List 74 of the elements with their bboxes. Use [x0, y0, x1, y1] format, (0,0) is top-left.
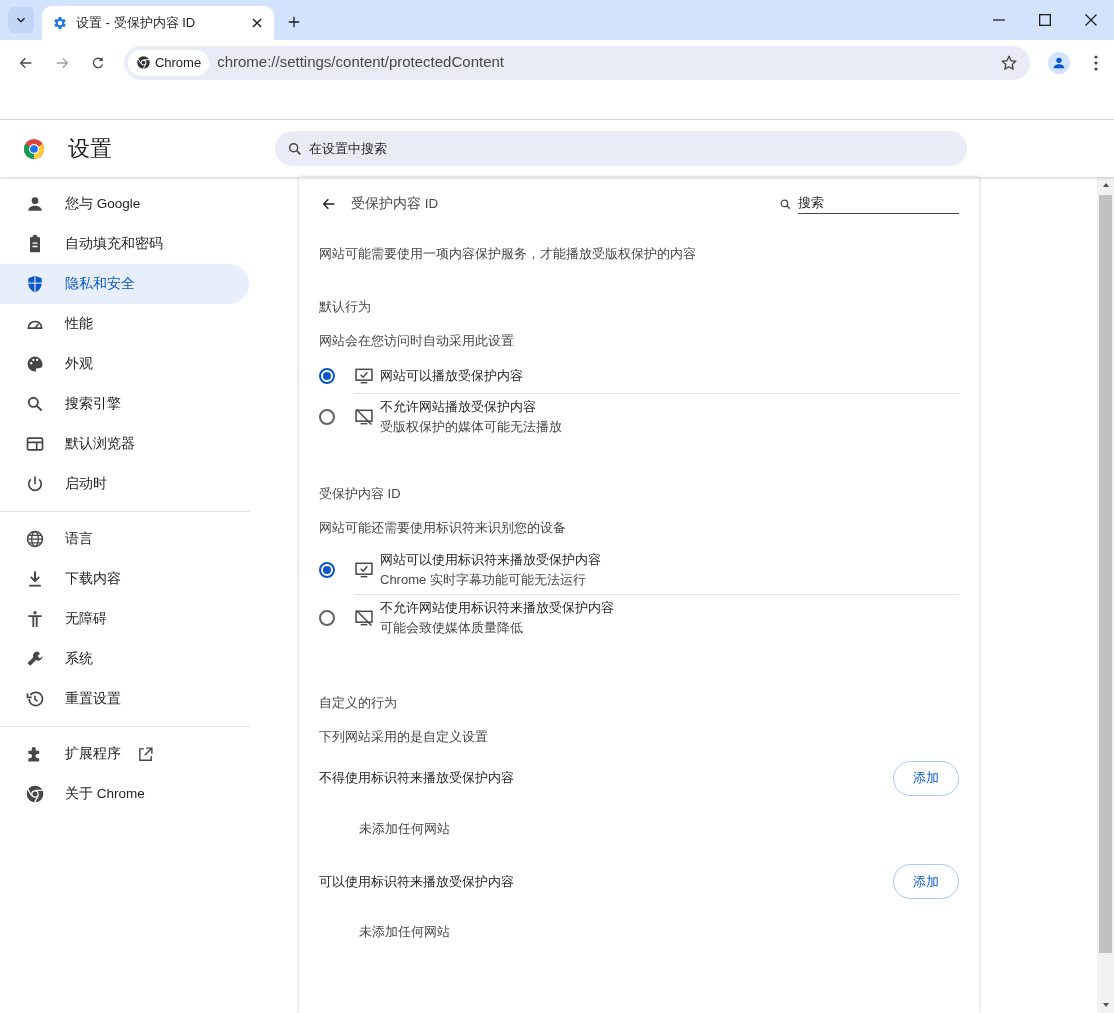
- list-heading: 可以使用标识符来播放受保护内容: [319, 872, 514, 891]
- globe-icon: [25, 529, 45, 549]
- option-description: Chrome 实时字幕功能可能无法运行: [380, 570, 587, 589]
- person-icon: [25, 194, 45, 214]
- power-icon: [25, 474, 45, 494]
- sidebar-item[interactable]: 下载内容: [0, 559, 249, 599]
- sidebar-item[interactable]: 自动填充和密码: [0, 224, 249, 264]
- sidebar-item[interactable]: 默认浏览器: [0, 424, 249, 464]
- sidebar-item[interactable]: 无障碍: [0, 599, 249, 639]
- scroll-up-icon: [1101, 181, 1110, 189]
- minimize-icon: [993, 19, 1005, 21]
- gear-icon: [52, 15, 68, 31]
- search-icon: [779, 197, 792, 211]
- browser-tab[interactable]: 设置 - 受保护内容 ID: [42, 6, 274, 40]
- sidebar-item[interactable]: 重置设置: [0, 679, 249, 719]
- settings-title: 设置: [68, 135, 113, 163]
- option-label: 网站可以使用标识符来播放受保护内容: [380, 550, 601, 569]
- browser-window-icon: [25, 434, 45, 454]
- option-description: 受版权保护的媒体可能无法播放: [380, 418, 562, 436]
- section-subheading: 网站会在您访问时自动采用此设置: [319, 332, 515, 350]
- close-icon[interactable]: [250, 16, 264, 30]
- close-icon: [1085, 14, 1097, 26]
- settings-search-field[interactable]: 在设置中搜索: [275, 131, 967, 166]
- radio-button[interactable]: [319, 561, 335, 578]
- empty-list-text: 未添加任何网站: [358, 923, 451, 941]
- address-bar[interactable]: Chrome chrome://settings/content/protectedContent: [123, 45, 1031, 80]
- sidebar-item[interactable]: 扩展程序: [0, 734, 249, 774]
- section-heading: 默认行为: [319, 297, 372, 316]
- sidebar-item[interactable]: 搜索引擎: [0, 384, 249, 424]
- site-chip[interactable]: Chrome: [127, 49, 210, 76]
- sidebar-item[interactable]: 您与 Google: [0, 184, 249, 224]
- scroll-down-icon: [1101, 1001, 1110, 1009]
- search-icon: [287, 141, 303, 157]
- tab-search-button[interactable]: [8, 7, 34, 33]
- url-text: chrome://settings/content/protectedContent: [217, 52, 505, 73]
- profile-button[interactable]: [1048, 51, 1070, 74]
- radio-button[interactable]: [319, 408, 335, 425]
- history-icon: [25, 689, 45, 709]
- chrome-logo-icon: [23, 137, 45, 160]
- sidebar-item[interactable]: 系统: [0, 639, 249, 679]
- radio-button[interactable]: [319, 609, 335, 626]
- chrome-logo-icon: [135, 55, 151, 70]
- search-icon: [25, 394, 45, 414]
- page-title: 受保护内容 ID: [351, 194, 440, 213]
- plus-icon: [287, 15, 301, 29]
- maximize-icon: [1039, 14, 1051, 26]
- list-heading: 不得使用标识符来播放受保护内容: [319, 769, 514, 788]
- section-heading: 受保护内容 ID: [319, 484, 402, 503]
- tab-title: 设置 - 受保护内容 ID: [76, 14, 197, 33]
- palette-icon: [25, 354, 45, 374]
- star-icon[interactable]: [1000, 53, 1019, 72]
- empty-list-text: 未添加任何网站: [358, 819, 451, 838]
- shield-icon: [25, 274, 45, 294]
- sidebar-item[interactable]: 语言: [0, 519, 249, 559]
- search-field[interactable]: 搜索: [798, 194, 959, 214]
- sidebar-item[interactable]: 启动时: [0, 464, 249, 504]
- option-label: 不允许网站使用标识符来播放受保护内容: [380, 599, 614, 617]
- option-label: 网站可以播放受保护内容: [380, 366, 523, 385]
- section-subheading: 下列网站采用的是自定义设置: [319, 728, 489, 746]
- option-label: 不允许网站播放受保护内容: [380, 398, 537, 416]
- sidebar-item[interactable]: 隐私和安全: [0, 264, 249, 304]
- back-arrow-icon: [321, 196, 337, 212]
- sidebar-item[interactable]: 外观: [0, 344, 249, 384]
- section-heading: 自定义的行为: [319, 693, 398, 712]
- description-text: 网站可能需要使用一项内容保护服务，才能播放受版权保护的内容: [319, 245, 697, 263]
- more-vertical-icon: [1094, 54, 1098, 71]
- sidebar-item[interactable]: 性能: [0, 304, 249, 344]
- option-description: 可能会致使媒体质量降低: [380, 619, 524, 637]
- accessibility-icon: [25, 609, 45, 629]
- sidebar-item[interactable]: 关于 Chrome: [0, 774, 249, 814]
- scrollbar[interactable]: [1097, 177, 1114, 1013]
- section-subheading: 网站可能还需要使用标识符来识别您的设备: [319, 519, 567, 537]
- radio-button[interactable]: [319, 367, 335, 384]
- chrome-logo-icon: [25, 784, 45, 804]
